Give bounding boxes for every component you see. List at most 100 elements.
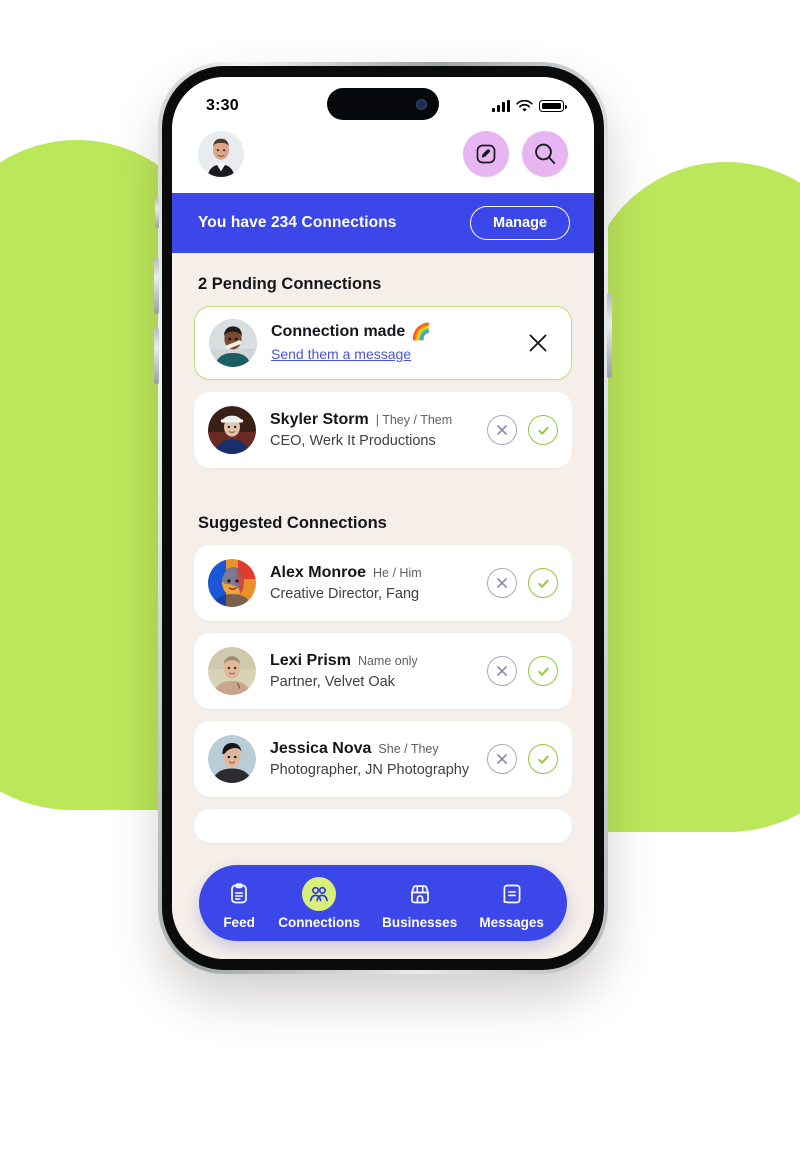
nav-item-connections[interactable]: Connections <box>278 876 360 930</box>
nav-label: Businesses <box>382 914 458 930</box>
circle-check-icon <box>537 426 549 435</box>
circle-x-icon <box>497 578 507 588</box>
person-actions <box>487 415 558 445</box>
list-item[interactable]: Skyler Storm | They / Them CEO, Werk It … <box>194 392 572 468</box>
power-button[interactable] <box>607 294 612 378</box>
circle-check-icon <box>537 755 549 764</box>
search-button[interactable] <box>522 131 568 177</box>
person-name: Lexi Prism <box>270 652 351 669</box>
avatar <box>208 406 256 454</box>
person-actions <box>487 568 558 598</box>
list-item[interactable] <box>194 809 572 843</box>
phone-device: 3:30 You have 234 Connections Manage 2 P… <box>154 62 612 974</box>
avatar <box>208 647 256 695</box>
avatar <box>208 735 256 783</box>
content-scroll-area[interactable]: 2 Pending Connections Connection made 🌈 … <box>172 253 594 959</box>
pending-section-title: 2 Pending Connections <box>198 275 382 293</box>
person-actions <box>487 744 558 774</box>
connection-made-card[interactable]: Connection made 🌈 Send them a message <box>194 306 572 380</box>
person-name: Jessica Nova <box>270 740 372 757</box>
person-pronouns: She / They <box>378 742 439 756</box>
person-nameline: Lexi Prism Name only <box>270 652 473 670</box>
manage-button[interactable]: Manage <box>470 206 570 240</box>
decline-button[interactable] <box>487 415 517 445</box>
silent-switch[interactable] <box>155 198 159 228</box>
app-header <box>172 127 594 193</box>
status-indicators <box>492 99 567 113</box>
volume-up-button[interactable] <box>154 258 159 314</box>
person-actions <box>487 656 558 686</box>
accept-button[interactable] <box>528 568 558 598</box>
connection-made-label: Connection made <box>271 323 406 340</box>
person-name: Skyler Storm <box>270 411 369 428</box>
circle-check-icon <box>537 667 549 676</box>
rainbow-icon: 🌈 <box>411 324 432 341</box>
list-item[interactable]: Alex Monroe He / Him Creative Director, … <box>194 545 572 621</box>
connection-made-title: Connection made 🌈 <box>271 322 509 342</box>
storefront-icon <box>403 877 437 911</box>
accept-button[interactable] <box>528 656 558 686</box>
phone-bezel: 3:30 You have 234 Connections Manage 2 P… <box>162 66 604 970</box>
search-icon <box>535 143 556 164</box>
wifi-icon <box>516 99 533 112</box>
decline-button[interactable] <box>487 656 517 686</box>
person-info: Alex Monroe He / Him Creative Director, … <box>270 564 473 602</box>
person-pronouns: | They / Them <box>375 413 453 427</box>
message-icon <box>495 877 529 911</box>
person-role: CEO, Werk It Productions <box>270 433 436 449</box>
header-actions <box>463 131 568 177</box>
accept-button[interactable] <box>528 415 558 445</box>
person-pronouns: Name only <box>357 654 418 668</box>
connections-banner: You have 234 Connections Manage <box>172 193 594 253</box>
list-item[interactable]: Jessica Nova She / They Photographer, JN… <box>194 721 572 797</box>
nav-pill: Feed Connections Businesses Messages <box>199 865 567 941</box>
decline-button[interactable] <box>487 744 517 774</box>
volume-down-button[interactable] <box>154 328 159 384</box>
people-icon <box>302 876 337 911</box>
compose-button[interactable] <box>463 131 509 177</box>
circle-x-icon <box>497 425 507 435</box>
nav-item-feed[interactable]: Feed <box>222 877 256 930</box>
person-name: Alex Monroe <box>270 564 367 581</box>
person-nameline: Skyler Storm | They / Them <box>270 411 473 429</box>
person-role: Photographer, JN Photography <box>270 762 470 778</box>
nav-item-businesses[interactable]: Businesses <box>382 877 457 930</box>
suggested-section-title: Suggested Connections <box>198 514 387 532</box>
circle-x-icon <box>497 666 507 676</box>
avatar <box>209 319 257 367</box>
feed-clipboard-icon <box>222 877 256 911</box>
compose-edit-icon <box>476 144 496 164</box>
nav-item-messages[interactable]: Messages <box>479 877 544 930</box>
send-message-link[interactable]: Send them a message <box>271 346 411 362</box>
bottom-navigation: Feed Connections Businesses Messages <box>172 865 594 941</box>
person-info: Lexi Prism Name only Partner, Velvet Oak <box>270 652 473 690</box>
front-camera-icon <box>416 98 427 110</box>
nav-label: Feed <box>223 914 255 930</box>
accept-button[interactable] <box>528 744 558 774</box>
connection-made-info: Connection made 🌈 Send them a message <box>271 322 509 364</box>
person-role: Creative Director, Fang <box>270 586 420 602</box>
status-bar: 3:30 <box>172 77 594 127</box>
person-role: Partner, Velvet Oak <box>270 674 395 690</box>
nav-label: Connections <box>278 914 360 930</box>
person-info: Skyler Storm | They / Them CEO, Werk It … <box>270 411 473 449</box>
circle-x-icon <box>497 754 507 764</box>
person-pronouns: He / Him <box>373 566 422 580</box>
cellular-signal-icon <box>492 100 510 112</box>
page-root: 3:30 You have 234 Connections Manage 2 P… <box>0 0 800 1166</box>
close-icon <box>529 334 547 352</box>
avatar <box>208 559 256 607</box>
avatar[interactable] <box>198 131 244 177</box>
close-button[interactable] <box>523 328 553 358</box>
status-time: 3:30 <box>206 97 239 114</box>
connections-count-text: You have 234 Connections <box>198 214 397 231</box>
person-info: Jessica Nova She / They Photographer, JN… <box>270 740 473 778</box>
list-item[interactable]: Lexi Prism Name only Partner, Velvet Oak <box>194 633 572 709</box>
nav-label: Messages <box>479 914 544 930</box>
phone-screen: 3:30 You have 234 Connections Manage 2 P… <box>172 77 594 959</box>
dynamic-island <box>327 88 439 120</box>
battery-full-icon <box>539 100 567 112</box>
circle-check-icon <box>537 579 549 588</box>
person-nameline: Jessica Nova She / They <box>270 740 473 758</box>
decline-button[interactable] <box>487 568 517 598</box>
